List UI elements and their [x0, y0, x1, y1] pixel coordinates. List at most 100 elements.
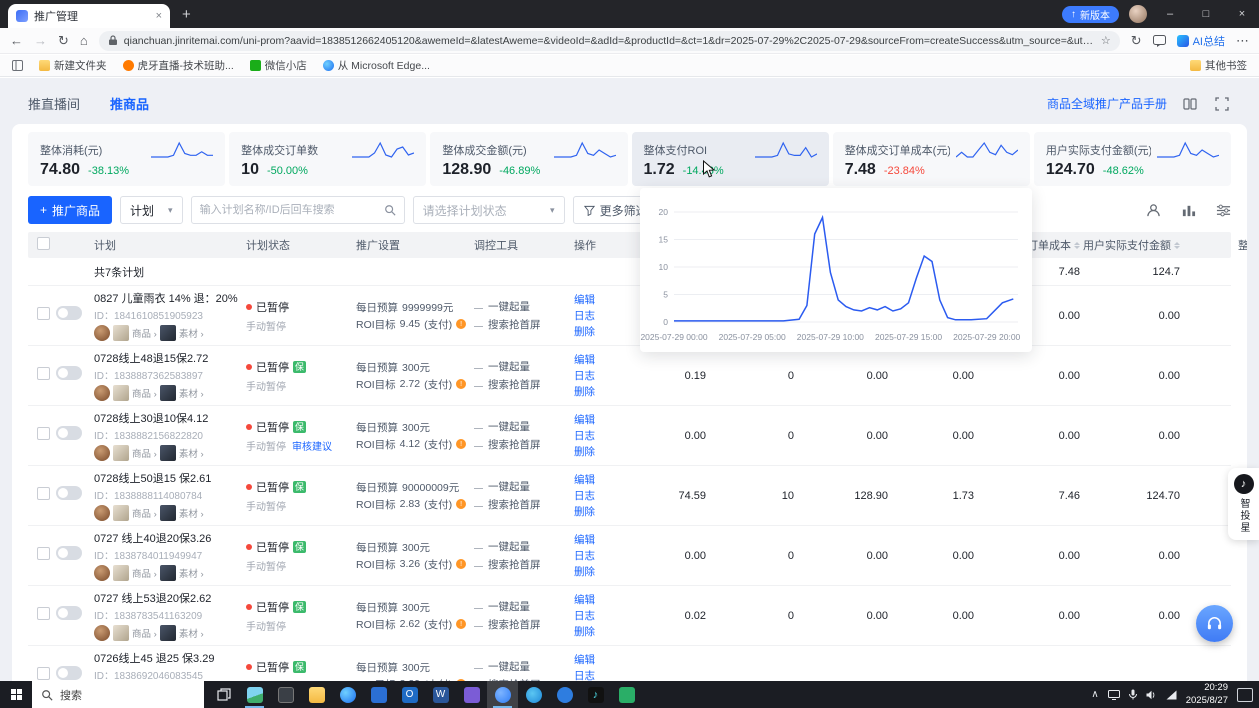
customer-service-button[interactable] [1196, 605, 1233, 642]
row-toggle[interactable] [56, 606, 82, 620]
row-checkbox[interactable] [37, 547, 50, 560]
product-link[interactable]: 商品 › [132, 326, 157, 340]
bookmark-item[interactable]: 虎牙直播-技术班助... [123, 58, 234, 73]
taskbar-app-wechat[interactable] [611, 681, 642, 708]
log-link[interactable]: 日志 [574, 488, 620, 503]
taskbar-app-explorer[interactable] [301, 681, 332, 708]
promote-product-button[interactable]: +推广商品 [28, 196, 112, 224]
search-top-screen[interactable]: 搜索抢首屏 [488, 617, 541, 632]
tab-live-room[interactable]: 推直播间 [28, 94, 80, 113]
search-top-screen[interactable]: 搜索抢首屏 [488, 377, 541, 392]
url-bar[interactable]: qianchuan.jinritemai.com/uni-prom?aavid=… [99, 31, 1120, 51]
select-all-checkbox[interactable] [37, 237, 50, 250]
bookmark-item[interactable]: 从 Microsoft Edge... [323, 58, 430, 73]
campaign-name[interactable]: 0827 儿童雨衣 14% 退：20% 保：9.92 [94, 290, 238, 306]
taskbar-app-outlook[interactable]: O [394, 681, 425, 708]
row-checkbox[interactable] [37, 427, 50, 440]
account-icon[interactable] [1146, 203, 1161, 218]
metric-card-gmv[interactable]: 整体成交金额(元) 128.90-46.89% [430, 132, 627, 186]
plan-select[interactable]: 计划▾ [120, 196, 183, 224]
fullscreen-icon[interactable] [1213, 95, 1231, 113]
delete-link[interactable]: 删除 [574, 504, 620, 519]
product-link[interactable]: 商品 › [132, 626, 157, 640]
log-link[interactable]: 日志 [574, 428, 620, 443]
task-view-button[interactable] [208, 681, 239, 708]
edit-link[interactable]: 编辑 [574, 352, 620, 367]
column-header-status[interactable]: 计划状态 [238, 237, 348, 253]
ai-summary-button[interactable]: AI总结 [1177, 33, 1225, 49]
taskbar-app-photos[interactable] [239, 681, 270, 708]
search-top-screen[interactable]: 搜索抢首屏 [488, 317, 541, 332]
column-header-plan[interactable]: 计划 [86, 237, 238, 253]
column-header-tools[interactable]: 调控工具 [466, 237, 566, 253]
campaign-name[interactable]: 0728线上48退15保2.72 [94, 350, 238, 366]
layout-icon[interactable] [1181, 95, 1199, 113]
row-toggle[interactable] [56, 426, 82, 440]
search-top-screen[interactable]: 搜索抢首屏 [488, 557, 541, 572]
edit-link[interactable]: 编辑 [574, 592, 620, 607]
column-header-actions[interactable]: 操作 [566, 237, 620, 253]
taskbar-app-word[interactable]: W [425, 681, 456, 708]
taskbar-app-blue[interactable] [363, 681, 394, 708]
monitor-icon[interactable] [1108, 690, 1120, 700]
edit-link[interactable]: 编辑 [574, 412, 620, 427]
material-link[interactable]: 素材 › [179, 626, 204, 640]
notification-center-icon[interactable] [1237, 688, 1253, 702]
one-key-boost[interactable]: 一键起量 [488, 539, 530, 554]
campaign-name[interactable]: 0727 线上40退20保3.26 [94, 530, 238, 546]
log-link[interactable]: 日志 [574, 548, 620, 563]
row-checkbox[interactable] [37, 667, 50, 680]
home-icon[interactable]: ⌂ [80, 34, 88, 47]
campaign-name[interactable]: 0727 线上53退20保2.62 [94, 590, 238, 606]
status-select[interactable]: 请选择计划状态▾ [413, 196, 565, 224]
row-checkbox[interactable] [37, 487, 50, 500]
back-icon[interactable]: ← [10, 34, 23, 47]
campaign-name[interactable]: 0728线上30退10保4.12 [94, 410, 238, 426]
log-link[interactable]: 日志 [574, 608, 620, 623]
one-key-boost[interactable]: 一键起量 [488, 299, 530, 314]
product-link[interactable]: 商品 › [132, 506, 157, 520]
edit-link[interactable]: 编辑 [574, 532, 620, 547]
network-icon[interactable] [1166, 690, 1177, 700]
one-key-boost[interactable]: 一键起量 [488, 419, 530, 434]
start-button[interactable] [0, 681, 32, 708]
manual-link[interactable]: 商品全域推广产品手册 [1047, 95, 1167, 112]
zhitouxing-widget[interactable]: ♪ 智投星 [1228, 468, 1259, 540]
column-header-overall[interactable]: 整体 [1182, 237, 1247, 253]
one-key-boost[interactable]: 一键起量 [488, 479, 530, 494]
chat-sidebar-icon[interactable] [1153, 35, 1166, 47]
metric-card-orders[interactable]: 整体成交订单数 10-50.00% [229, 132, 426, 186]
row-toggle[interactable] [56, 486, 82, 500]
search-top-screen[interactable]: 搜索抢首屏 [488, 437, 541, 452]
column-header-paid[interactable]: 用户实际支付金额 [1082, 237, 1182, 253]
log-link[interactable]: 日志 [574, 368, 620, 383]
campaign-name[interactable]: 0726线上45 退25 保3.29 [94, 650, 238, 666]
edit-link[interactable]: 编辑 [574, 652, 620, 667]
metric-card-paid[interactable]: 用户实际支付金额(元) 124.70-48.62% [1034, 132, 1231, 186]
material-link[interactable]: 素材 › [179, 326, 204, 340]
one-key-boost[interactable]: 一键起量 [488, 359, 530, 374]
forward-icon[interactable]: → [34, 34, 47, 47]
sort-icon[interactable] [1074, 242, 1080, 249]
product-link[interactable]: 商品 › [132, 566, 157, 580]
taskbar-app-browser[interactable] [549, 681, 580, 708]
row-toggle[interactable] [56, 366, 82, 380]
material-link[interactable]: 素材 › [179, 446, 204, 460]
row-toggle[interactable] [56, 546, 82, 560]
bookmark-item[interactable]: 微信小店 [250, 58, 307, 73]
taskbar-app-edge[interactable] [332, 681, 363, 708]
tab-close-icon[interactable]: × [156, 10, 162, 22]
delete-link[interactable]: 删除 [574, 324, 620, 339]
delete-link[interactable]: 删除 [574, 444, 620, 459]
material-link[interactable]: 素材 › [179, 506, 204, 520]
edit-link[interactable]: 编辑 [574, 472, 620, 487]
taskbar-app-purple[interactable] [456, 681, 487, 708]
browser-avatar[interactable] [1129, 5, 1147, 23]
metric-card-order-cost[interactable]: 整体成交订单成本(元) 7.48-23.84% [833, 132, 1030, 186]
window-close-button[interactable]: × [1229, 8, 1255, 20]
taskbar-app-douyin[interactable]: ♪ [580, 681, 611, 708]
taskbar-app-chat[interactable] [487, 681, 518, 708]
taskbar-search[interactable]: 搜索 [32, 681, 204, 708]
column-header-settings[interactable]: 推广设置 [348, 237, 466, 253]
window-minimize-button[interactable]: – [1157, 8, 1183, 20]
